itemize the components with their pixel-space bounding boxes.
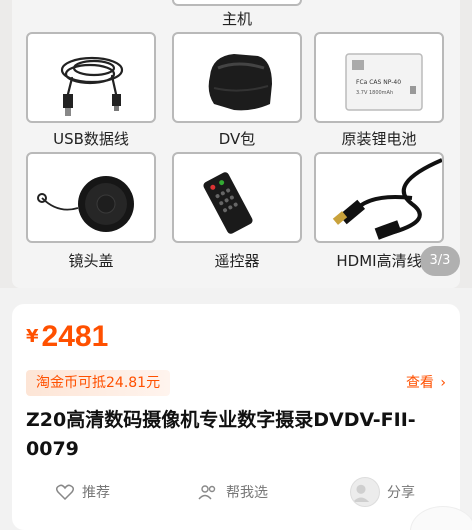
view-link-label: 查看: [405, 375, 434, 391]
people-icon: [198, 485, 216, 500]
avatar: [350, 477, 380, 507]
remote-control-icon: [172, 152, 302, 243]
accessory-label-battery: 原装锂电池: [341, 130, 417, 148]
product-image-gallery[interactable]: 主机 USB数据线 DV包 FCa CAS NP-40 3.7V 1800mAh…: [0, 0, 472, 288]
product-info-card: ¥2481 淘金币可抵24.81元 查看 › Z20高清数码摄像机专业数字摄录D…: [12, 304, 472, 530]
price-value: 2481: [41, 320, 109, 353]
help-choose-label: 帮我选: [226, 485, 268, 501]
share-button[interactable]: 分享: [350, 476, 415, 508]
recommend-label: 推荐: [82, 485, 110, 501]
camera-body-icon: [172, 0, 302, 6]
accessory-label-lens-cap: 镜头盖: [68, 252, 114, 270]
taojinbi-discount-tag[interactable]: 淘金币可抵24.81元: [26, 370, 171, 396]
product-title[interactable]: Z20高清数码摄像机专业数字摄录DVDV-FII-0079: [26, 406, 446, 464]
usb-cable-icon: [26, 32, 156, 123]
accessory-label-main-unit: 主机: [221, 10, 252, 28]
accessory-label-remote: 遥控器: [214, 252, 260, 270]
price: ¥2481: [26, 320, 108, 354]
chevron-right-icon: ›: [440, 375, 446, 391]
help-choose-button[interactable]: 帮我选: [198, 480, 268, 504]
battery-label-line2: 3.7V 1800mAh: [356, 90, 393, 96]
camera-bag-icon: [172, 32, 302, 123]
hdmi-cable-icon: [314, 152, 444, 243]
lithium-battery-icon: FCa CAS NP-40 3.7V 1800mAh: [314, 32, 444, 123]
share-label: 分享: [387, 485, 415, 501]
accessory-label-dv-bag: DV包: [218, 130, 256, 148]
accessory-label-usb-cable: USB数据线: [53, 130, 129, 148]
heart-icon: [56, 484, 74, 500]
floating-button[interactable]: [410, 506, 472, 530]
view-link[interactable]: 查看 ›: [406, 372, 446, 392]
battery-label-line1: FCa CAS NP-40: [356, 79, 401, 86]
currency-symbol: ¥: [26, 326, 39, 347]
recommend-button[interactable]: 推荐: [56, 480, 110, 504]
image-pager-indicator: 3/3: [420, 246, 460, 276]
lens-cap-icon: [26, 152, 156, 243]
